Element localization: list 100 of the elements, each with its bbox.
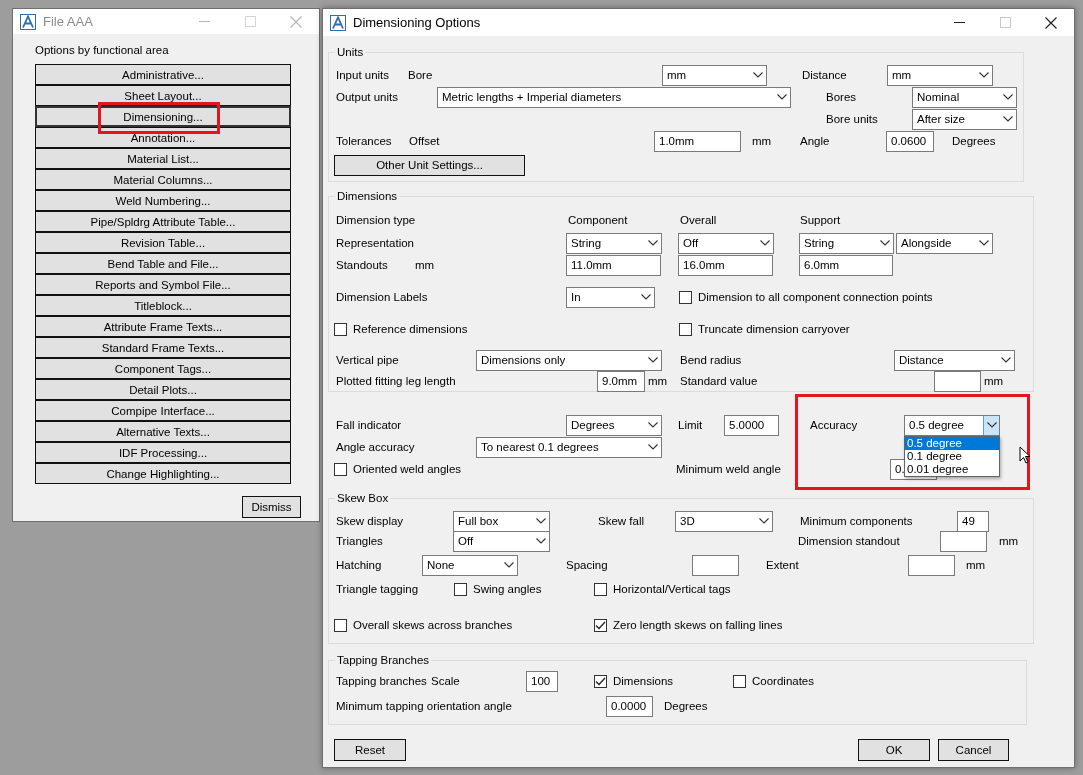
dropdown[interactable]: Metric lengths + Imperial diameters [437, 86, 791, 108]
text-field[interactable]: 5.0000 [724, 414, 779, 436]
checkbox[interactable] [454, 582, 467, 596]
text-field[interactable]: 0.0000 [606, 695, 653, 717]
field-label: Scale [431, 674, 460, 688]
option-button[interactable]: Dimensioning... [35, 106, 291, 127]
checkbox[interactable] [733, 674, 746, 688]
option-button[interactable]: Alternative Texts... [35, 421, 291, 442]
option-button[interactable]: Pipe/Spldrg Attribute Table... [35, 211, 291, 232]
field-label: Bend radius [680, 353, 742, 367]
dropdown-option[interactable]: 0.01 degree [905, 462, 999, 476]
chevron-icon [880, 240, 890, 246]
dropdown[interactable]: mm [887, 64, 993, 86]
chevron-icon [648, 240, 658, 246]
text-field[interactable]: 1.0mm [654, 130, 741, 152]
option-button[interactable]: Component Tags... [35, 358, 291, 379]
checkbox-label[interactable]: Dimension to all component connection points [698, 290, 933, 304]
dropdown[interactable]: To nearest 0.1 degrees [476, 436, 662, 458]
text-field[interactable]: 0.0600 [886, 130, 934, 152]
text-field[interactable]: 11.0mm [566, 254, 661, 276]
close-icon[interactable] [1045, 16, 1057, 29]
field-label: Dimension type [336, 213, 416, 227]
text-field[interactable]: 16.0mm [678, 254, 773, 276]
field-label: Extent [766, 558, 799, 572]
checkbox-label[interactable]: Truncate dimension carryover [698, 322, 850, 336]
text-field[interactable] [940, 530, 987, 552]
option-button[interactable]: Reports and Symbol File... [35, 274, 291, 295]
dropdown-option[interactable]: 0.1 degree [905, 449, 999, 463]
dismiss-button[interactable]: Dismiss [242, 496, 301, 518]
option-button[interactable]: Sheet Layout... [35, 85, 291, 106]
dropdown[interactable]: After size [912, 108, 1017, 130]
chevron-icon [536, 518, 546, 524]
option-button[interactable]: Detail Plots... [35, 379, 291, 400]
checkbox-label[interactable]: Swing angles [473, 582, 542, 596]
option-button[interactable]: Standard Frame Texts... [35, 337, 291, 358]
option-button[interactable]: Administrative... [35, 64, 291, 85]
option-button[interactable]: IDF Processing... [35, 442, 291, 463]
field-label: mm [415, 258, 435, 272]
dropdown[interactable]: String [799, 232, 894, 254]
option-button[interactable]: Material Columns... [35, 169, 291, 190]
option-button[interactable]: Bend Table and File... [35, 253, 291, 274]
option-button[interactable]: Attribute Frame Texts... [35, 316, 291, 337]
text-field[interactable] [934, 370, 981, 392]
checkbox-label[interactable]: Dimensions [613, 674, 674, 688]
checkbox[interactable] [679, 290, 692, 304]
minimize-icon[interactable] [953, 22, 965, 23]
checkbox[interactable] [594, 618, 607, 632]
text-field[interactable]: 6.0mm [799, 254, 893, 276]
checkbox[interactable] [594, 674, 607, 688]
checkbox-label[interactable]: Horizontal/Vertical tags [613, 582, 731, 596]
dropdown[interactable]: Off [678, 232, 774, 254]
dropdown[interactable]: Nominal [912, 86, 1017, 108]
checkbox-label[interactable]: Oriented weld angles [353, 462, 462, 476]
text-field[interactable]: 9.0mm [597, 370, 645, 392]
option-button[interactable]: Revision Table... [35, 232, 291, 253]
field-label: Minimum tapping orientation angle [336, 699, 512, 713]
field-label: Tolerances [336, 134, 392, 148]
dropdown[interactable]: Dimensions only [476, 349, 662, 371]
option-button[interactable]: Material List... [35, 148, 291, 169]
text-field[interactable]: 49 [957, 510, 989, 532]
checkbox-label[interactable]: Reference dimensions [353, 322, 468, 336]
chevron-icon [777, 94, 787, 100]
dropdown[interactable]: Off [453, 530, 550, 552]
dropdown[interactable]: None [422, 554, 518, 576]
field-label: Overall [680, 213, 717, 227]
text-field[interactable] [692, 554, 739, 576]
checkbox[interactable] [679, 322, 692, 336]
dropdown[interactable]: mm [662, 64, 767, 86]
checkbox[interactable] [334, 462, 347, 476]
dialog-button[interactable]: Cancel [938, 739, 1009, 761]
text-field[interactable] [908, 554, 955, 576]
dropdown[interactable]: Alongside [896, 232, 993, 254]
option-button[interactable]: Change Highlighting... [35, 463, 291, 484]
checkbox[interactable] [334, 322, 347, 336]
dropdown[interactable]: 3D [675, 510, 773, 532]
field-label: Bore [408, 68, 433, 82]
other-settings-button[interactable]: Other Unit Settings... [334, 154, 525, 176]
dropdown[interactable]: String [566, 232, 662, 254]
dropdown[interactable]: Degrees [566, 414, 662, 436]
field-label: Limit [678, 418, 703, 432]
field-label: mm [984, 374, 1004, 388]
dialog-button[interactable]: OK [858, 739, 930, 761]
checkbox[interactable] [594, 582, 607, 596]
checkbox-label[interactable]: Zero length skews on falling lines [613, 618, 783, 632]
checkbox-label[interactable]: Overall skews across branches [353, 618, 513, 632]
dropdown[interactable]: Full box [453, 510, 550, 532]
option-button[interactable]: Annotation... [35, 127, 291, 148]
checkbox-label[interactable]: Coordinates [752, 674, 814, 688]
option-button[interactable]: Weld Numbering... [35, 190, 291, 211]
field-label: Plotted fitting leg length [336, 374, 456, 388]
option-button[interactable]: Compipe Interface... [35, 400, 291, 421]
field-label: Triangle tagging [336, 582, 419, 596]
dropdown[interactable]: In [566, 286, 655, 308]
text-field[interactable]: 100 [526, 670, 558, 692]
dialog-button[interactable]: Reset [334, 739, 406, 761]
checkbox[interactable] [334, 618, 347, 632]
field-label: Vertical pipe [336, 353, 399, 367]
option-button[interactable]: Titleblock... [35, 295, 291, 316]
dropdown[interactable]: Distance [894, 349, 1015, 371]
dropdown-option[interactable]: 0.5 degree [905, 436, 999, 450]
